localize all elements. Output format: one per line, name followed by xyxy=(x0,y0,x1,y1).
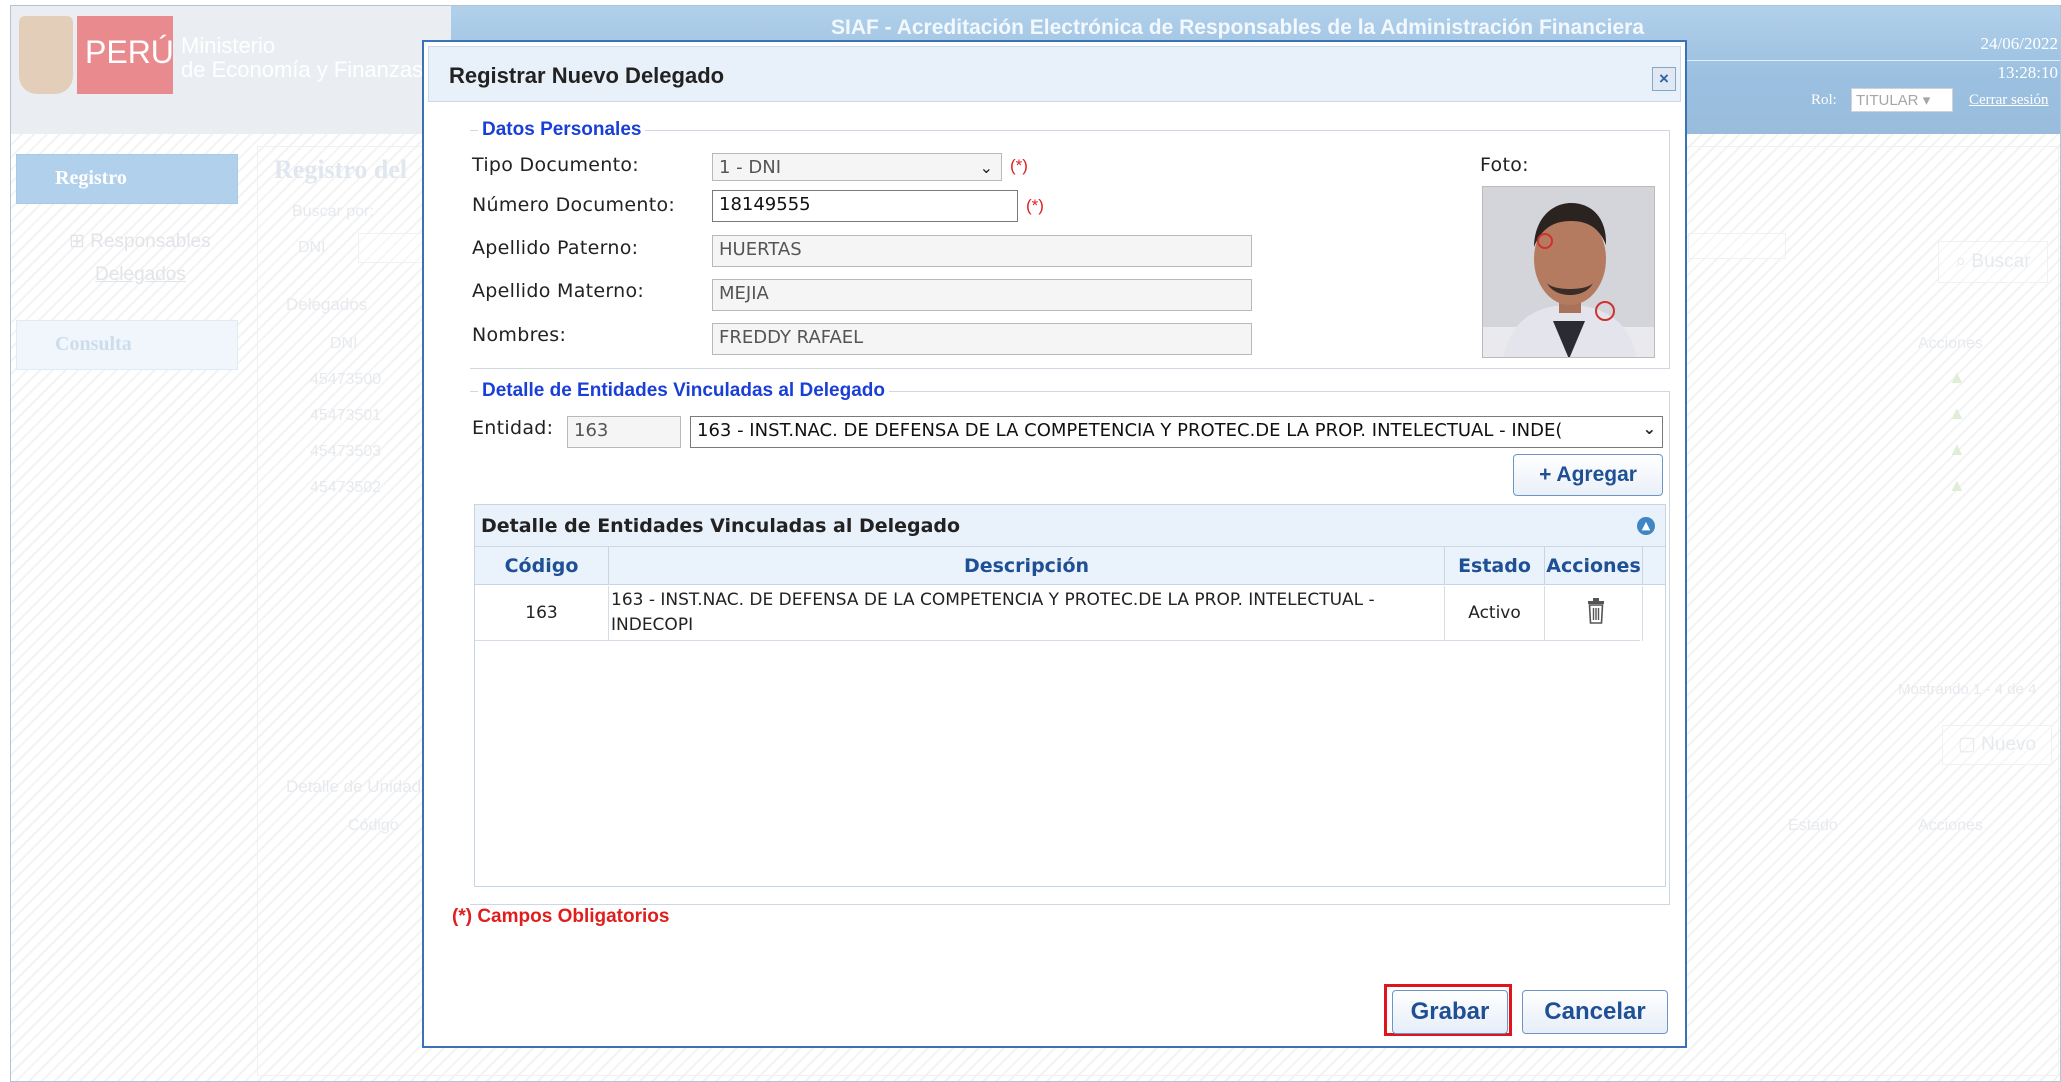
required-mark: (*) xyxy=(1010,156,1028,175)
cell-codigo: 163 xyxy=(475,586,609,641)
tipo-documento-value: 1 - DNI xyxy=(719,157,782,178)
apellido-materno-label: Apellido Materno: xyxy=(472,280,645,302)
agregar-button[interactable]: + Agregar xyxy=(1513,454,1663,496)
cell-descripcion-line2: INDECOPI xyxy=(611,615,694,635)
entidad-select-value: 163 - INST.NAC. DE DEFENSA DE LA COMPETE… xyxy=(697,420,1563,441)
apellido-paterno-label: Apellido Paterno: xyxy=(472,237,639,259)
campos-obligatorios-note: (*) Campos Obligatorios xyxy=(452,906,670,927)
column-header-codigo[interactable]: Código xyxy=(475,547,609,585)
required-mark: (*) xyxy=(1026,196,1044,215)
person-photo-icon xyxy=(1483,187,1654,357)
entidades-grid: Detalle de Entidades Vinculadas al Deleg… xyxy=(474,504,1666,887)
grid-caption-text: Detalle de Entidades Vinculadas al Deleg… xyxy=(481,515,961,537)
tipo-documento-label: Tipo Documento: xyxy=(472,154,639,176)
cancelar-button[interactable]: Cancelar xyxy=(1522,990,1668,1034)
numero-documento-label: Número Documento: xyxy=(472,194,676,216)
numero-documento-input[interactable]: 18149555 xyxy=(712,190,1018,222)
chevron-down-icon: ⌄ xyxy=(979,158,993,177)
cell-descripcion: 163 - INST.NAC. DE DEFENSA DE LA COMPETE… xyxy=(609,586,1445,641)
entidad-label: Entidad: xyxy=(472,417,554,439)
registrar-delegado-dialog: Registrar Nuevo Delegado × Datos Persona… xyxy=(422,40,1687,1048)
close-icon[interactable]: × xyxy=(1652,67,1676,91)
entidad-code-input[interactable]: 163 xyxy=(567,416,681,448)
entidad-select[interactable]: 163 - INST.NAC. DE DEFENSA DE LA COMPETE… xyxy=(690,416,1663,448)
column-header-acciones[interactable]: Acciones xyxy=(1545,547,1643,585)
trash-icon[interactable] xyxy=(1587,598,1605,624)
table-row: 163 163 - INST.NAC. DE DEFENSA DE LA COM… xyxy=(475,586,1643,641)
dialog-titlebar: Registrar Nuevo Delegado × xyxy=(428,46,1681,102)
cell-acciones xyxy=(1545,586,1643,641)
column-header-descripcion[interactable]: Descripción xyxy=(609,547,1445,585)
cell-estado: Activo xyxy=(1445,586,1545,641)
nombres-label: Nombres: xyxy=(472,324,567,346)
grid-header: Código Descripción Estado Acciones xyxy=(475,547,1665,585)
collapse-icon[interactable]: ▲ xyxy=(1637,517,1655,535)
nombres-input[interactable]: FREDDY RAFAEL xyxy=(712,323,1252,355)
dialog-title: Registrar Nuevo Delegado xyxy=(449,63,725,88)
grid-caption: Detalle de Entidades Vinculadas al Deleg… xyxy=(475,505,1665,547)
person-photo xyxy=(1482,186,1655,358)
apellido-materno-input[interactable]: MEJIA xyxy=(712,279,1252,311)
foto-label: Foto: xyxy=(1480,154,1529,176)
column-header-estado[interactable]: Estado xyxy=(1445,547,1545,585)
chevron-down-icon: ⌄ xyxy=(1642,419,1656,438)
datos-personales-legend: Datos Personales xyxy=(482,119,642,140)
entidades-legend: Detalle de Entidades Vinculadas al Deleg… xyxy=(482,380,886,401)
cell-descripcion-line1: 163 - INST.NAC. DE DEFENSA DE LA COMPETE… xyxy=(611,590,1375,610)
grabar-button[interactable]: Grabar xyxy=(1392,990,1508,1034)
tipo-documento-select[interactable]: 1 - DNI ⌄ xyxy=(712,153,1002,181)
apellido-paterno-input[interactable]: HUERTAS xyxy=(712,235,1252,267)
